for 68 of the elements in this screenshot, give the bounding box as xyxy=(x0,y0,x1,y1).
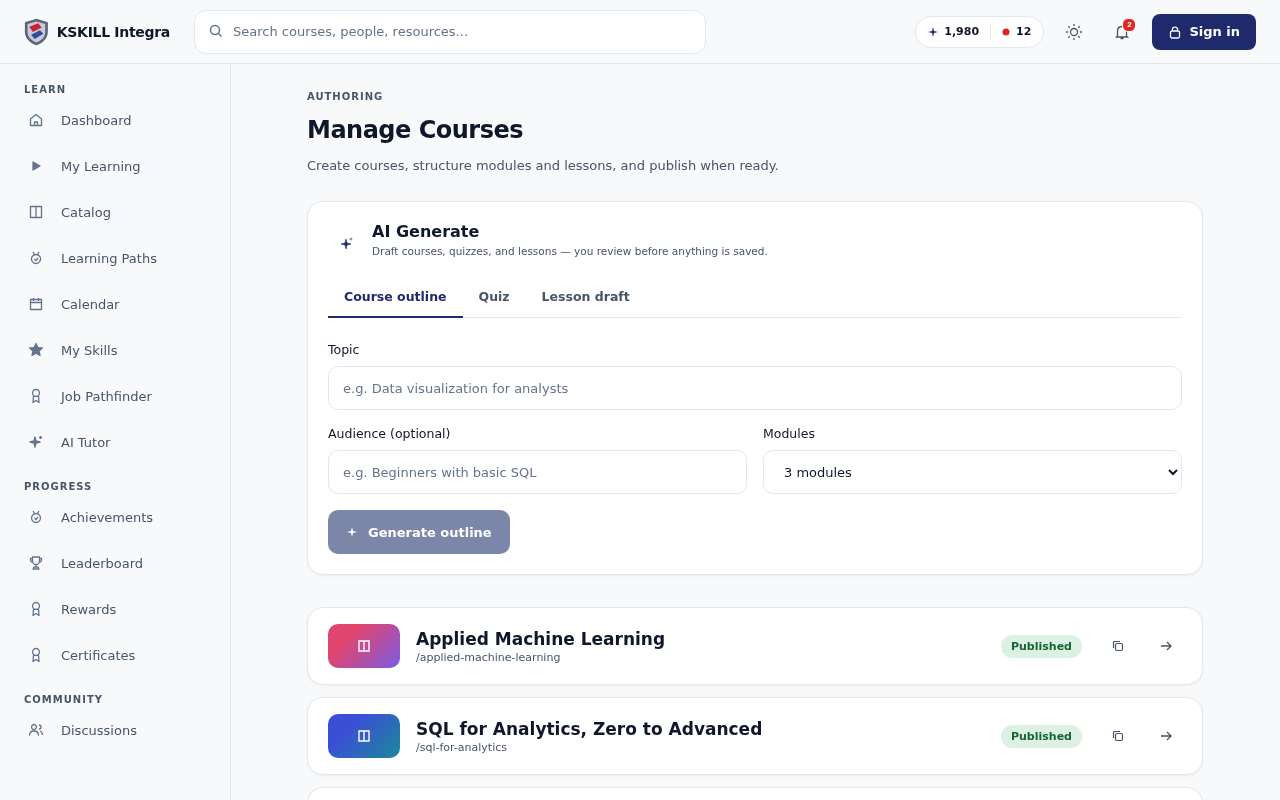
copy-icon xyxy=(1111,729,1125,743)
sidebar-item[interactable]: Rewards xyxy=(24,586,208,632)
arrow-right-icon xyxy=(1159,729,1173,743)
sidebar-item[interactable]: Certificates xyxy=(24,632,208,678)
sidebar-item[interactable]: Leaderboard xyxy=(24,540,208,586)
field-label: Modules xyxy=(763,426,816,441)
field-label: Audience (optional) xyxy=(328,426,452,441)
page-title: Manage Courses xyxy=(307,116,525,144)
sidebar-item[interactable]: Calendar xyxy=(24,281,208,327)
course-card[interactable]: Applied Machine Learning /applied-machine-learning Published xyxy=(307,607,1203,685)
modules-select[interactable]: 3 modules xyxy=(763,450,1182,494)
flame-dot-icon xyxy=(1002,27,1011,36)
trophy-icon xyxy=(28,555,44,571)
book-icon xyxy=(28,204,44,220)
notification-badge: 2 xyxy=(1122,17,1137,32)
star-icon xyxy=(28,342,44,358)
field-label: Topic xyxy=(328,342,361,357)
tab[interactable]: Course outline xyxy=(328,281,463,318)
tab[interactable]: Quiz xyxy=(462,281,526,318)
sidebar-item[interactable]: Catalog xyxy=(24,189,208,235)
status-badge: Published xyxy=(1000,724,1082,748)
book-icon xyxy=(357,639,371,653)
course-title: SQL for Analytics, Zero to Advanced xyxy=(416,718,764,739)
medal-icon xyxy=(28,509,44,525)
card-title: AI Generate xyxy=(372,222,481,241)
sidebar-item[interactable]: Learning Paths xyxy=(24,235,208,281)
audience-input[interactable]: e.g. Beginners with basic SQL xyxy=(328,450,747,494)
shield-logo-icon xyxy=(24,16,49,47)
lock-icon xyxy=(1168,24,1183,39)
home-icon xyxy=(28,112,44,128)
section-heading: LEARN xyxy=(24,84,67,95)
sidebar-item[interactable]: AI Tutor xyxy=(24,419,208,465)
points-count: 1,980 xyxy=(944,25,980,38)
notifications-button[interactable]: 2 xyxy=(1104,13,1141,50)
course-title: Applied Machine Learning xyxy=(416,628,667,649)
streak-count: 12 xyxy=(1016,25,1032,38)
sign-in-button[interactable]: Sign in xyxy=(1152,13,1256,50)
status-badge: Published xyxy=(1000,634,1082,658)
sparkle-icon xyxy=(346,526,358,538)
page-eyebrow: AUTHORING xyxy=(307,91,385,102)
book-icon xyxy=(357,729,371,743)
search-field[interactable]: Search courses, people, resources... xyxy=(194,9,706,54)
sun-icon xyxy=(1065,22,1084,41)
topic-input[interactable]: e.g. Data visualization for analysts xyxy=(328,366,1182,410)
sparkle-icon xyxy=(340,236,354,250)
course-slug: /applied-machine-learning xyxy=(416,650,562,664)
sparkle-icon xyxy=(28,434,44,450)
search-icon xyxy=(208,22,224,39)
sidebar-item[interactable]: Job Pathfinder xyxy=(24,373,208,419)
arrow-right-icon xyxy=(1159,639,1173,653)
medal-icon xyxy=(28,250,44,266)
sidebar-item[interactable]: Achievements xyxy=(24,494,208,540)
section-heading: PROGRESS xyxy=(24,481,94,492)
brand-name: KSKILL Integra xyxy=(56,23,170,40)
sparkle-icon xyxy=(928,26,939,37)
people-icon xyxy=(28,722,44,738)
section-heading: COMMUNITY xyxy=(24,694,104,705)
card-subtitle: Draft courses, quizzes, and lessons — you review before anything is saved. xyxy=(372,245,768,257)
sidebar-item[interactable]: Discussions xyxy=(24,707,208,753)
copy-icon xyxy=(1111,639,1125,653)
sidebar-item[interactable]: My Learning xyxy=(24,143,208,189)
course-slug: /sql-for-analytics xyxy=(416,740,508,754)
course-card[interactable]: SQL for Analytics, Zero to Advanced /sql-for-analytics Published xyxy=(307,697,1203,775)
tab[interactable]: Lesson draft xyxy=(525,281,646,318)
calendar-icon xyxy=(28,296,44,312)
page-subtitle: Create courses, structure modules and lessons, and publish when ready. xyxy=(307,158,780,173)
sidebar-item[interactable]: Dashboard xyxy=(24,97,208,143)
sidebar-item[interactable]: My Skills xyxy=(24,327,208,373)
